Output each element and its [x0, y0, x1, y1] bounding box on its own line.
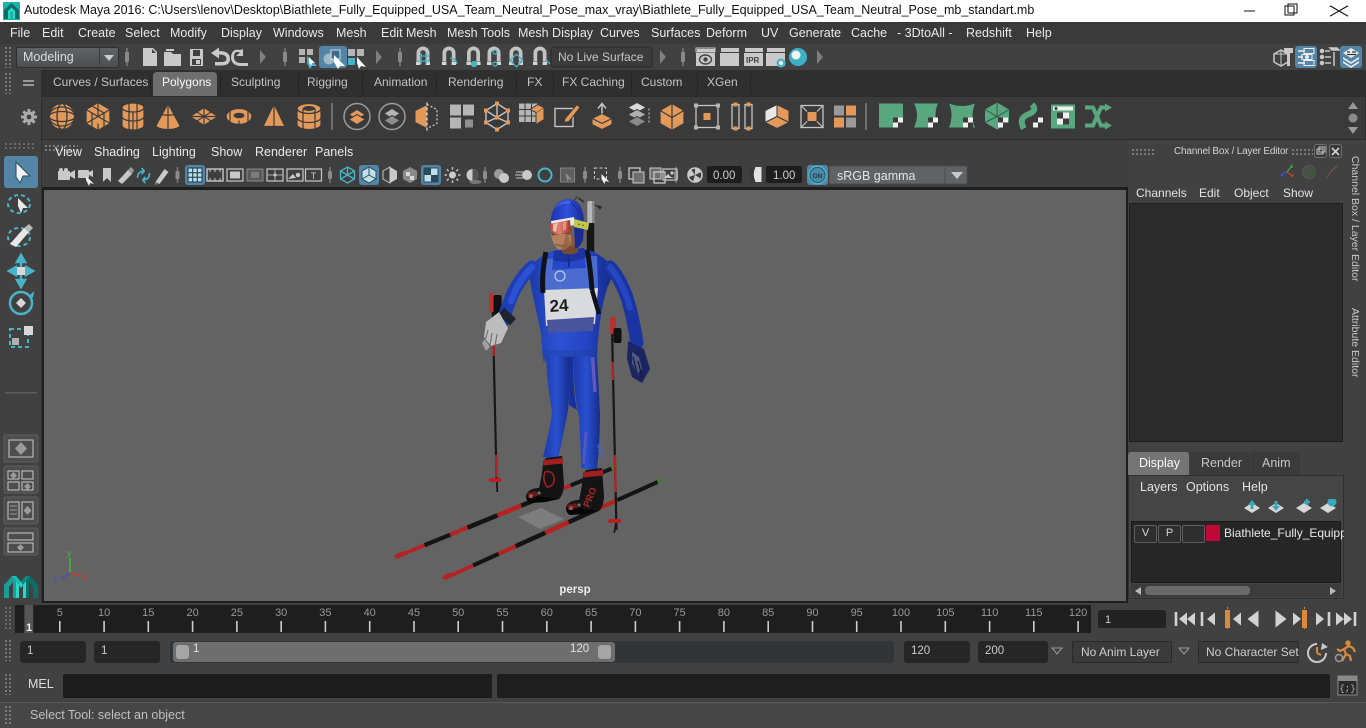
svg-text:20: 20 [186, 607, 198, 619]
svg-text:70: 70 [629, 607, 641, 619]
svg-text:T: T [311, 171, 317, 181]
svg-text:35: 35 [319, 607, 331, 619]
svg-text:5: 5 [57, 607, 63, 619]
svg-text:ON: ON [813, 173, 823, 180]
svg-text:110: 110 [981, 607, 999, 619]
svg-text:50: 50 [452, 607, 464, 619]
svg-text:15: 15 [142, 607, 154, 619]
svg-text:60: 60 [541, 607, 553, 619]
svg-text:x: x [83, 572, 88, 582]
svg-text:No Live Surface: No Live Surface [558, 50, 644, 64]
svg-text:1: 1 [26, 622, 32, 633]
svg-text:55: 55 [496, 607, 508, 619]
svg-text:65: 65 [585, 607, 597, 619]
svg-text:y: y [67, 548, 72, 558]
svg-text:25: 25 [231, 607, 243, 619]
svg-text:sRGB gamma: sRGB gamma [837, 169, 916, 183]
svg-text:80: 80 [718, 607, 730, 619]
svg-text:105: 105 [936, 607, 954, 619]
svg-text:75: 75 [673, 607, 685, 619]
svg-text:100: 100 [892, 607, 910, 619]
svg-text:120: 120 [1069, 607, 1087, 619]
svg-text:1.00: 1.00 [773, 170, 795, 182]
svg-text:persp: persp [559, 584, 590, 596]
svg-text:115: 115 [1025, 607, 1043, 619]
svg-text:10: 10 [98, 607, 110, 619]
svg-text:0.00: 0.00 [713, 170, 735, 182]
svg-text:z: z [53, 574, 58, 584]
svg-text:90: 90 [806, 607, 818, 619]
svg-text:85: 85 [762, 607, 774, 619]
svg-text:1: 1 [1105, 614, 1111, 626]
svg-text:95: 95 [851, 607, 863, 619]
svg-text:45: 45 [408, 607, 420, 619]
svg-text:40: 40 [364, 607, 376, 619]
svg-text:IPR: IPR [746, 56, 760, 65]
svg-text:{;}: {;} [1339, 684, 1355, 694]
svg-text:24: 24 [549, 296, 570, 316]
svg-text:30: 30 [275, 607, 287, 619]
